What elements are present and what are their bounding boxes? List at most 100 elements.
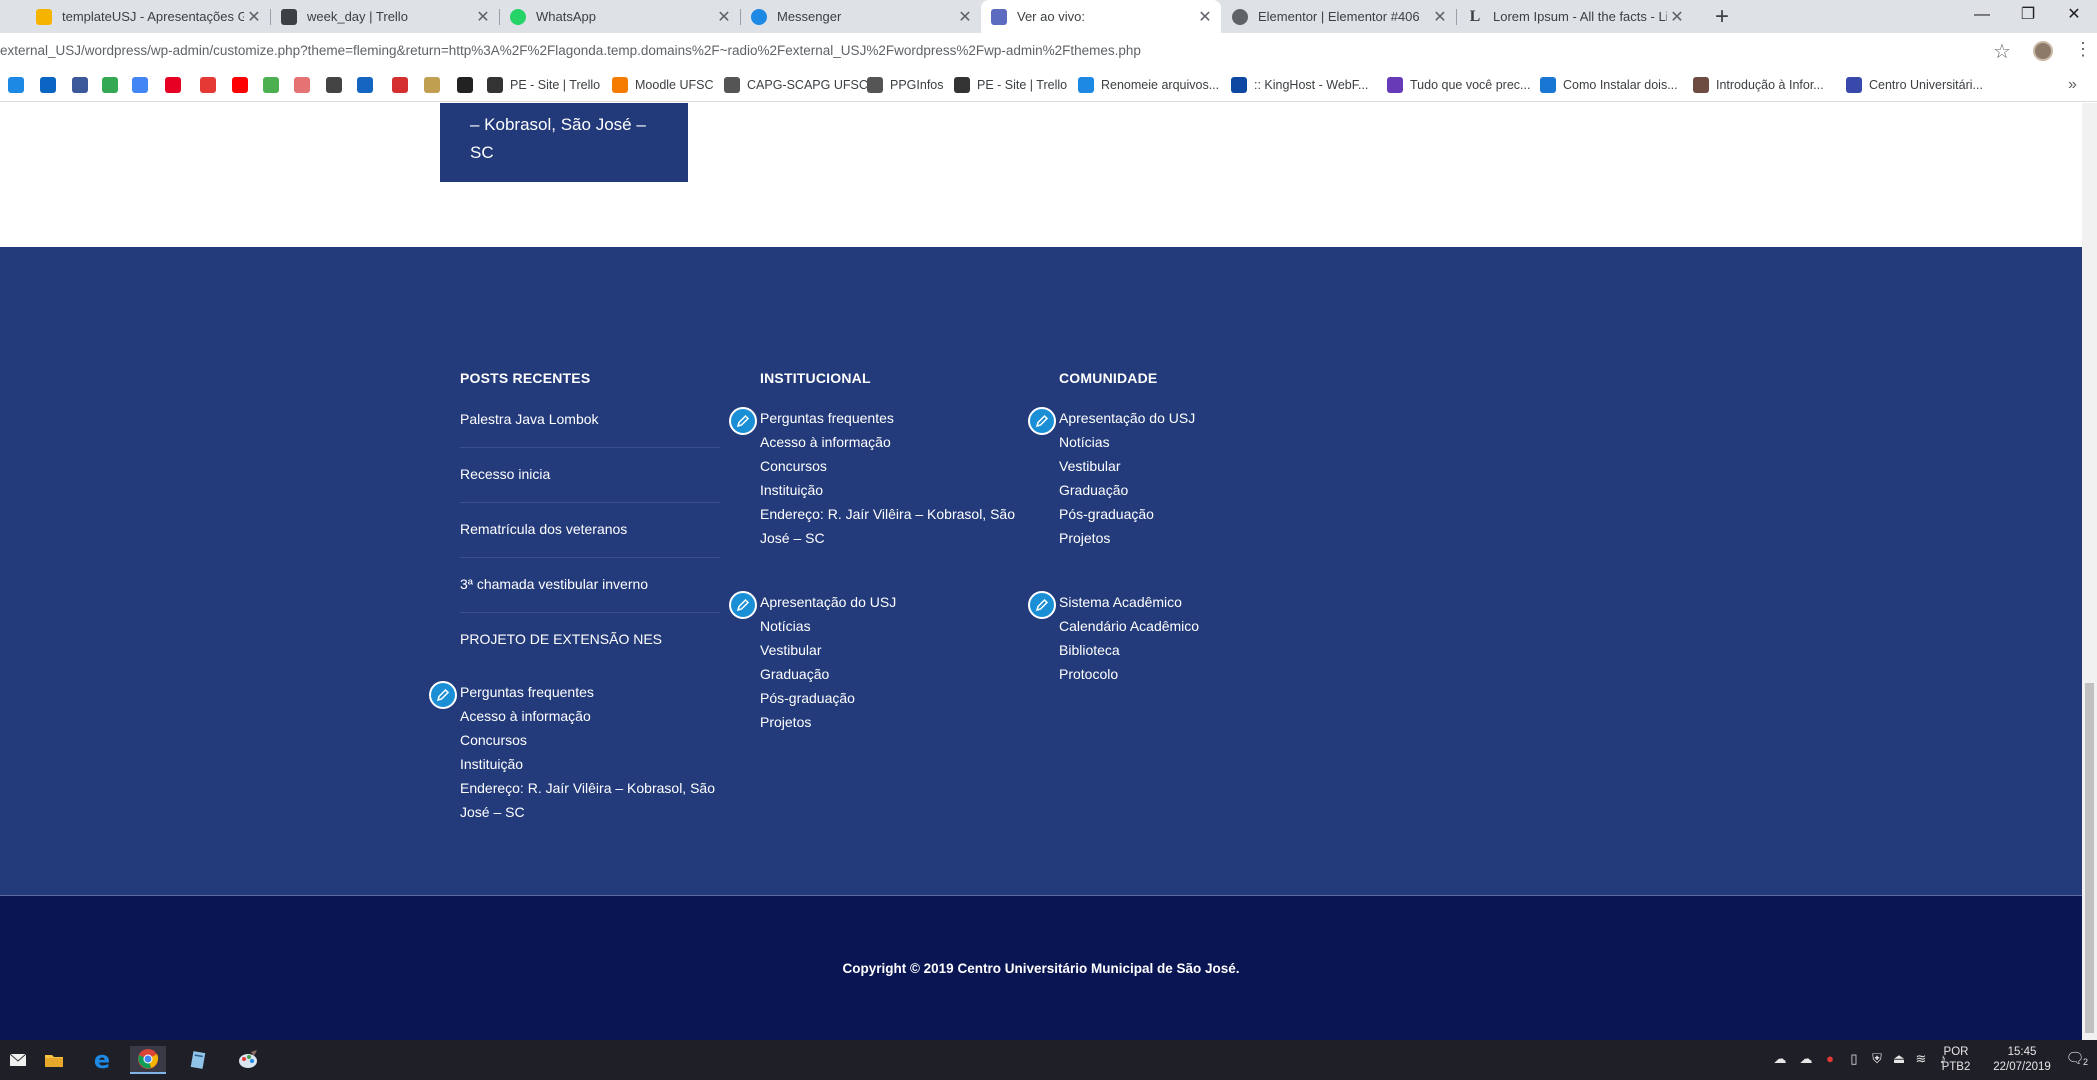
battery-icon[interactable]: ▯ <box>1845 1050 1863 1068</box>
bookmark-item[interactable]: Moodle UFSC <box>612 77 714 93</box>
footer-menu-link[interactable]: Sistema Acadêmico <box>1059 590 1199 614</box>
security-icon[interactable]: ⛨ <box>1868 1050 1886 1068</box>
cloud-upload-icon[interactable]: ☁ <box>1797 1050 1815 1068</box>
close-icon[interactable]: ✕ <box>1195 7 1215 27</box>
recent-post-link[interactable]: Palestra Java Lombok <box>460 411 720 427</box>
footer-menu-link[interactable]: Concursos <box>460 728 715 752</box>
footer-menu-link[interactable]: Vestibular <box>1059 454 1195 478</box>
page-scrollbar[interactable] <box>2082 103 2097 1040</box>
footer-menu-link[interactable]: Acesso à informação <box>460 704 715 728</box>
tray-app-icon[interactable]: ● <box>1821 1050 1839 1068</box>
recent-post-link[interactable]: PROJETO DE EXTENSÃO NES <box>460 631 720 647</box>
tab-whatsapp[interactable]: WhatsApp ✕ <box>500 0 740 33</box>
close-icon[interactable]: ✕ <box>244 7 264 27</box>
file-explorer-icon[interactable] <box>36 1046 72 1074</box>
footer-menu-link[interactable]: Projetos <box>1059 526 1195 550</box>
profile-avatar[interactable] <box>2033 41 2053 61</box>
bookmark-item[interactable] <box>357 77 380 93</box>
footer-menu-link[interactable]: Instituição <box>760 478 1015 502</box>
notification-center-icon[interactable]: 🗨 2 <box>2062 1050 2088 1068</box>
paint-icon[interactable] <box>230 1046 266 1074</box>
footer-menu-link[interactable]: Pós-graduação <box>1059 502 1195 526</box>
tab-lorem-ipsum[interactable]: L Lorem Ipsum - All the facts - Lipsu ✕ <box>1457 0 1693 33</box>
tab-ver-ao-vivo[interactable]: Ver ao vivo: ✕ <box>981 0 1221 33</box>
notepad-icon[interactable] <box>180 1046 216 1074</box>
bookmark-item[interactable]: Como Instalar dois... <box>1540 77 1678 93</box>
footer-menu-link[interactable]: Calendário Acadêmico <box>1059 614 1199 638</box>
bookmark-item[interactable] <box>457 77 480 93</box>
close-window-button[interactable]: ✕ <box>2046 0 2097 33</box>
bookmark-item[interactable]: Renomeie arquivos... <box>1078 77 1219 93</box>
footer-menu-link[interactable]: Concursos <box>760 454 1015 478</box>
bookmark-item[interactable] <box>72 77 95 93</box>
bookmark-item[interactable] <box>326 77 349 93</box>
footer-menu-link[interactable]: Notícias <box>1059 430 1195 454</box>
edit-pencil-icon[interactable] <box>729 591 757 619</box>
footer-menu-link[interactable]: Graduação <box>760 662 896 686</box>
footer-menu-link[interactable]: Graduação <box>1059 478 1195 502</box>
footer-menu-link[interactable]: Instituição <box>460 752 715 776</box>
bookmark-item[interactable] <box>294 77 317 93</box>
edit-pencil-icon[interactable] <box>1028 591 1056 619</box>
footer-menu-link[interactable]: Vestibular <box>760 638 896 662</box>
footer-menu-link[interactable]: José – SC <box>760 526 1015 550</box>
footer-menu-link[interactable]: Notícias <box>760 614 896 638</box>
close-icon[interactable]: ✕ <box>1430 7 1450 27</box>
bookmark-item[interactable]: Introdução à Infor... <box>1693 77 1824 93</box>
bookmark-item[interactable] <box>392 77 415 93</box>
star-icon[interactable]: ☆ <box>1993 39 2011 64</box>
edge-icon[interactable]: e <box>84 1046 120 1074</box>
edit-pencil-icon[interactable] <box>729 407 757 435</box>
onedrive-icon[interactable]: ☁ <box>1771 1050 1789 1068</box>
address-bar[interactable]: external_USJ/wordpress/wp-admin/customiz… <box>0 43 1141 58</box>
close-icon[interactable]: ✕ <box>955 7 975 27</box>
footer-menu-link[interactable]: Perguntas frequentes <box>460 680 715 704</box>
recent-post-link[interactable]: Recesso inicia <box>460 466 720 482</box>
footer-menu-link[interactable]: Biblioteca <box>1059 638 1199 662</box>
bookmark-item[interactable]: PPGInfos <box>867 77 944 93</box>
bookmark-item[interactable] <box>200 77 223 93</box>
footer-menu-link[interactable]: Perguntas frequentes <box>760 406 1015 430</box>
bookmark-item[interactable] <box>40 77 63 93</box>
footer-menu-link[interactable]: Projetos <box>760 710 896 734</box>
bookmark-item[interactable]: Centro Universitári... <box>1846 77 1983 93</box>
usb-icon[interactable]: ⏏ <box>1890 1050 1908 1068</box>
footer-menu-link[interactable]: Apresentação do USJ <box>1059 406 1195 430</box>
close-icon[interactable]: ✕ <box>473 7 493 27</box>
footer-menu-link[interactable]: Protocolo <box>1059 662 1199 686</box>
footer-menu-link[interactable]: Acesso à informação <box>760 430 1015 454</box>
close-icon[interactable]: ✕ <box>714 7 734 27</box>
recent-post-link[interactable]: Rematrícula dos veteranos <box>460 521 720 537</box>
bookmark-item[interactable]: PE - Site | Trello <box>487 77 600 93</box>
language-indicator[interactable]: POR PTB2 <box>1938 1045 1974 1075</box>
tab-week-day[interactable]: week_day | Trello ✕ <box>271 0 499 33</box>
menu-icon[interactable]: ⋮ <box>2074 39 2092 60</box>
tab-elementor[interactable]: Elementor | Elementor #406 ✕ <box>1222 0 1456 33</box>
footer-menu-link[interactable]: Endereço: R. Jaír Vilêira – Kobrasol, Sã… <box>460 776 715 800</box>
wifi-icon[interactable]: ≋ <box>1912 1050 1930 1068</box>
edit-pencil-icon[interactable] <box>1028 407 1056 435</box>
bookmark-item[interactable]: Tudo que você prec... <box>1387 77 1530 93</box>
bookmark-item[interactable] <box>132 77 155 93</box>
mail-icon[interactable] <box>0 1046 36 1074</box>
bookmark-item[interactable] <box>424 77 447 93</box>
tab-messenger[interactable]: Messenger ✕ <box>741 0 981 33</box>
bookmarks-overflow-icon[interactable]: » <box>2068 76 2077 94</box>
edit-pencil-icon[interactable] <box>429 681 457 709</box>
bookmark-item[interactable] <box>102 77 125 93</box>
bookmark-item[interactable]: CAPG-SCAPG UFSC <box>724 77 868 93</box>
recent-post-link[interactable]: 3ª chamada vestibular inverno <box>460 576 720 592</box>
new-tab-button[interactable]: + <box>1708 3 1736 31</box>
bookmark-item[interactable]: PE - Site | Trello <box>954 77 1067 93</box>
bookmark-item[interactable] <box>232 77 255 93</box>
scrollbar-thumb[interactable] <box>2085 683 2094 1033</box>
footer-menu-link[interactable]: José – SC <box>460 800 715 824</box>
footer-menu-link[interactable]: Endereço: R. Jaír Vilêira – Kobrasol, Sã… <box>760 502 1015 526</box>
tab-templateusj[interactable]: templateUSJ - Apresentações Go ✕ <box>26 0 270 33</box>
bookmark-item[interactable] <box>8 77 31 93</box>
footer-menu-link[interactable]: Pós-graduação <box>760 686 896 710</box>
chrome-icon[interactable] <box>130 1046 166 1074</box>
close-icon[interactable]: ✕ <box>1667 7 1687 27</box>
bookmark-item[interactable]: :: KingHost - WebF... <box>1231 77 1368 93</box>
bookmark-item[interactable] <box>165 77 188 93</box>
